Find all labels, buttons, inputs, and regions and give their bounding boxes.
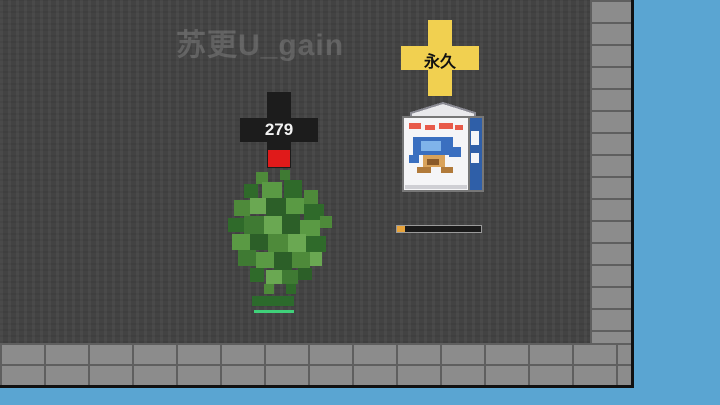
bush-base <box>252 296 294 306</box>
item-label-text: 永久 <box>423 54 456 71</box>
item-progress-fill <box>397 226 406 232</box>
enemy-hp-marker: 279 <box>240 92 318 168</box>
watermark-text: 苏更U_gain <box>176 29 345 62</box>
item-progress-bar <box>396 225 482 233</box>
enemy-health-line <box>254 310 294 313</box>
enemy-hp-indicator <box>268 150 290 167</box>
stone-wall-right <box>590 0 631 385</box>
game-arena: 苏更U_gain 279 永久 <box>0 0 634 388</box>
item-label-marker: 永久 <box>401 20 479 96</box>
enemy-hp-value: 279 <box>264 120 294 139</box>
stone-wall-bottom <box>0 343 631 385</box>
milk-carton-icon[interactable] <box>401 101 485 195</box>
leaf-bush-icon[interactable] <box>222 166 342 300</box>
